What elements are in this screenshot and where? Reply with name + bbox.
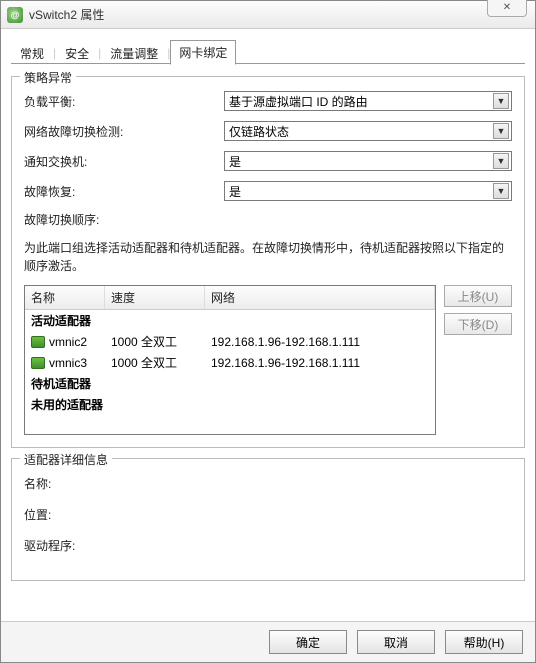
chevron-down-icon: ▼ [493, 123, 509, 139]
dialog-window: @ vSwitch2 属性 ✕ 常规 | 安全 | 流量调整 | 网卡绑定 策略… [0, 0, 536, 663]
move-up-button[interactable]: 上移(U) [444, 285, 512, 307]
adapter-details-group: 适配器详细信息 名称: 位置: 驱动程序: [11, 458, 525, 581]
col-speed[interactable]: 速度 [105, 286, 205, 309]
failover-detection-label: 网络故障切换检测: [24, 123, 224, 140]
notify-switches-select[interactable]: 是 ▼ [224, 151, 512, 171]
table-header: 名称 速度 网络 [25, 286, 435, 310]
chevron-down-icon: ▼ [493, 93, 509, 109]
detail-name-label: 名称: [24, 475, 104, 492]
adapter-table[interactable]: 名称 速度 网络 活动适配器 vmnic2 1000 全双工 192.168.1… [24, 285, 436, 435]
detail-driver-label: 驱动程序: [24, 537, 104, 554]
tab-traffic-shaping[interactable]: 流量调整 [101, 41, 167, 65]
nic-icon [31, 336, 45, 348]
notify-switches-label: 通知交换机: [24, 153, 224, 170]
title-bar: @ vSwitch2 属性 ✕ [1, 1, 535, 29]
failback-label: 故障恢复: [24, 183, 224, 200]
failover-instruction: 为此端口组选择活动适配器和待机适配器。在故障切换情形中，待机适配器按照以下指定的… [24, 239, 512, 275]
content-area: 常规 | 安全 | 流量调整 | 网卡绑定 策略异常 负载平衡: 基于源虚拟端口… [1, 29, 535, 621]
failover-order-label: 故障切换顺序: [24, 211, 512, 229]
details-legend: 适配器详细信息 [20, 451, 112, 468]
active-adapters-group[interactable]: 活动适配器 [25, 310, 435, 331]
move-down-button[interactable]: 下移(D) [444, 313, 512, 335]
help-button[interactable]: 帮助(H) [445, 630, 523, 654]
tab-general[interactable]: 常规 [11, 41, 53, 65]
app-icon: @ [7, 7, 23, 23]
chevron-down-icon: ▼ [493, 183, 509, 199]
ok-button[interactable]: 确定 [269, 630, 347, 654]
failover-detection-select[interactable]: 仅链路状态 ▼ [224, 121, 512, 141]
unused-adapters-group[interactable]: 未用的适配器 [25, 394, 435, 415]
tab-strip: 常规 | 安全 | 流量调整 | 网卡绑定 [11, 39, 525, 64]
table-row[interactable]: vmnic2 1000 全双工 192.168.1.96-192.168.1.1… [25, 331, 435, 352]
load-balancing-label: 负载平衡: [24, 93, 224, 110]
detail-location-label: 位置: [24, 506, 104, 523]
tab-security[interactable]: 安全 [56, 41, 98, 65]
col-name[interactable]: 名称 [25, 286, 105, 309]
failback-select[interactable]: 是 ▼ [224, 181, 512, 201]
policy-legend: 策略异常 [20, 69, 76, 86]
chevron-down-icon: ▼ [493, 153, 509, 169]
dialog-footer: 确定 取消 帮助(H) [1, 621, 535, 662]
policy-exceptions-group: 策略异常 负载平衡: 基于源虚拟端口 ID 的路由 ▼ 网络故障切换检测: 仅链… [11, 76, 525, 448]
tab-nic-teaming[interactable]: 网卡绑定 [170, 40, 236, 65]
close-button[interactable]: ✕ [487, 0, 527, 17]
load-balancing-select[interactable]: 基于源虚拟端口 ID 的路由 ▼ [224, 91, 512, 111]
table-row[interactable]: vmnic3 1000 全双工 192.168.1.96-192.168.1.1… [25, 352, 435, 373]
nic-icon [31, 357, 45, 369]
col-network[interactable]: 网络 [205, 286, 435, 309]
standby-adapters-group[interactable]: 待机适配器 [25, 373, 435, 394]
window-title: vSwitch2 属性 [29, 6, 104, 23]
cancel-button[interactable]: 取消 [357, 630, 435, 654]
